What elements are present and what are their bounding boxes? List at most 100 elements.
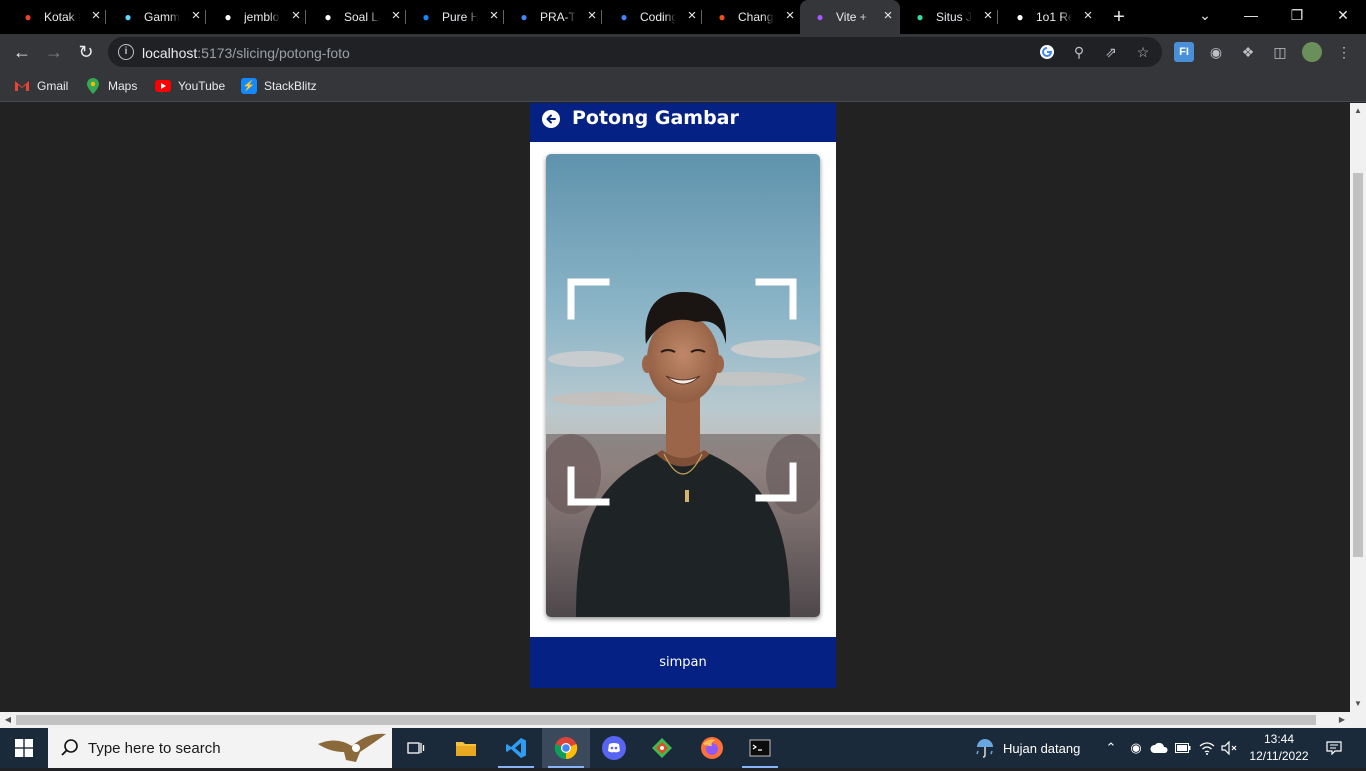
weather-rain-icon[interactable] xyxy=(970,728,1000,768)
extension-fi-icon[interactable]: FI xyxy=(1174,42,1194,62)
vscode-icon[interactable] xyxy=(492,728,540,768)
gmail-icon xyxy=(14,78,30,94)
back-button[interactable]: ← xyxy=(10,40,34,64)
bookmark-youtube[interactable]: YouTube xyxy=(155,77,225,95)
tab-separator xyxy=(997,10,998,24)
minimize-button[interactable]: — xyxy=(1228,0,1274,32)
browser-tab[interactable]: ● Situs Ju × xyxy=(900,0,998,34)
vertical-scrollbar[interactable]: ▲ ▼ xyxy=(1350,103,1366,712)
share-icon[interactable]: ⇗ xyxy=(1102,43,1120,61)
medium-icon: ● xyxy=(1016,10,1024,24)
camera-extension-icon[interactable]: ◉ xyxy=(1206,42,1226,62)
url-path: :5173/slicing/potong-foto xyxy=(197,45,350,61)
photo-preview[interactable] xyxy=(546,154,820,617)
scroll-down-icon[interactable]: ▼ xyxy=(1353,699,1363,709)
extensions-puzzle-icon[interactable]: ❖ xyxy=(1238,42,1258,62)
tab-close-icon[interactable]: × xyxy=(880,8,896,24)
profile-avatar[interactable] xyxy=(1302,42,1322,62)
tab-close-icon[interactable]: × xyxy=(88,8,104,24)
reload-button[interactable]: ↻ xyxy=(74,40,98,64)
file-explorer-icon[interactable] xyxy=(442,728,490,768)
youtube-icon xyxy=(155,80,171,92)
bookmark-stackblitz[interactable]: ⚡ StackBlitz xyxy=(241,77,317,95)
gmail-icon: ● xyxy=(24,10,32,24)
horizontal-scroll-thumb[interactable] xyxy=(16,715,1316,725)
search-placeholder: Type here to search xyxy=(88,740,221,757)
browser-tab[interactable]: ● Coding × xyxy=(604,0,702,34)
scroll-left-icon[interactable]: ◀ xyxy=(3,715,13,725)
tab-strip: ● Kotak Masuk × ● Gamma × ● jemblo × ● Soal La × ● Pu… xyxy=(0,0,1366,34)
browser-tab[interactable]: ● Gamma × xyxy=(108,0,206,34)
scroll-up-icon[interactable]: ▲ xyxy=(1353,106,1363,116)
page-title: Potong Gambar xyxy=(572,107,739,129)
tab-close-icon[interactable]: × xyxy=(980,8,996,24)
site-info-icon[interactable]: i xyxy=(118,44,134,60)
browser-tab[interactable]: ● Kotak Masuk × xyxy=(8,0,106,34)
start-button[interactable] xyxy=(0,728,48,768)
bookmark-gmail[interactable]: Gmail xyxy=(14,77,68,95)
back-arrow-icon[interactable] xyxy=(542,110,560,128)
close-window-button[interactable]: ✕ xyxy=(1320,0,1366,32)
github-icon: ● xyxy=(224,10,232,24)
browser-tab[interactable]: ● PRA-T × xyxy=(504,0,602,34)
save-button[interactable]: simpan xyxy=(530,637,836,688)
browser-tab[interactable]: ● 1o1 Re × xyxy=(1000,0,1098,34)
browser-tab[interactable]: ● Pure H × xyxy=(406,0,504,34)
zoom-icon[interactable]: ⚲ xyxy=(1070,43,1088,61)
tab-close-icon[interactable]: × xyxy=(288,8,304,24)
tab-title: jemblo xyxy=(244,10,280,24)
tab-close-icon[interactable]: × xyxy=(188,8,204,24)
tab-close-icon[interactable]: × xyxy=(584,8,600,24)
scroll-right-icon[interactable]: ▶ xyxy=(1337,715,1347,725)
tab-close-icon[interactable]: × xyxy=(782,8,798,24)
horizontal-scrollbar[interactable]: ◀ ▶ xyxy=(0,712,1366,728)
tab-title: Situs Ju xyxy=(936,10,972,24)
system-clock[interactable]: 13:44 12/11/2022 xyxy=(1244,731,1314,765)
address-bar[interactable]: i localhost:5173/slicing/potong-foto ⚲ ⇗… xyxy=(108,37,1162,67)
tab-close-icon[interactable]: × xyxy=(486,8,502,24)
stackblitz-icon: ● xyxy=(422,10,430,24)
react-icon: ● xyxy=(124,10,132,24)
browser-tab[interactable]: ● Vite + × xyxy=(800,0,900,34)
vertical-scroll-thumb[interactable] xyxy=(1353,173,1363,557)
tab-close-icon[interactable]: × xyxy=(1080,8,1096,24)
discord-icon[interactable] xyxy=(590,728,638,768)
browser-tab[interactable]: ● jemblo × xyxy=(208,0,306,34)
tab-search-icon[interactable]: ⌄ xyxy=(1182,0,1228,32)
battery-icon[interactable] xyxy=(1173,728,1193,768)
volume-muted-icon[interactable] xyxy=(1219,728,1241,768)
page-viewport: Potong Gambar simpan xyxy=(0,103,1350,712)
firefox-icon[interactable] xyxy=(688,728,736,768)
browser-tab[interactable]: ● Chang × xyxy=(702,0,800,34)
new-tab-button[interactable]: + xyxy=(1108,7,1130,29)
restore-button[interactable]: ❐ xyxy=(1274,0,1320,32)
google-lens-icon[interactable] xyxy=(1038,43,1056,61)
browser-tab[interactable]: ● Soal La × xyxy=(308,0,406,34)
notifications-icon[interactable] xyxy=(1320,728,1348,768)
clock-date: 12/11/2022 xyxy=(1249,749,1309,763)
tripadvisor-icon: ● xyxy=(916,10,924,24)
terminal-icon[interactable] xyxy=(736,728,784,768)
tab-close-icon[interactable]: × xyxy=(684,8,700,24)
forward-button[interactable]: → xyxy=(42,40,66,64)
bookmark-star-icon[interactable]: ☆ xyxy=(1134,43,1152,61)
task-view-icon[interactable] xyxy=(392,728,440,768)
tab-close-icon[interactable]: × xyxy=(388,8,404,24)
menu-icon[interactable]: ⋮ xyxy=(1334,42,1354,62)
side-panel-icon[interactable]: ◫ xyxy=(1270,42,1290,62)
weather-text[interactable]: Hujan datang xyxy=(1003,728,1093,768)
bookmarks-bar: Gmail Maps YouTube ⚡ StackBlitz xyxy=(0,70,1366,102)
tab-separator xyxy=(105,10,106,24)
bookmark-maps[interactable]: Maps xyxy=(85,77,137,95)
show-hidden-icons-chevron-icon[interactable]: ⌃ xyxy=(1100,728,1122,768)
taskbar-search[interactable]: Type here to search xyxy=(48,728,392,768)
chrome-icon[interactable] xyxy=(542,728,590,768)
gitkraken-icon[interactable] xyxy=(638,728,686,768)
tab-separator xyxy=(601,10,602,24)
windows-icon xyxy=(15,739,33,757)
url-host: localhost xyxy=(142,45,198,61)
url-text: localhost:5173/slicing/potong-foto xyxy=(142,45,350,61)
wifi-icon[interactable] xyxy=(1197,728,1217,768)
meet-now-icon[interactable]: ◉ xyxy=(1126,728,1146,768)
onedrive-cloud-icon[interactable] xyxy=(1149,728,1169,768)
